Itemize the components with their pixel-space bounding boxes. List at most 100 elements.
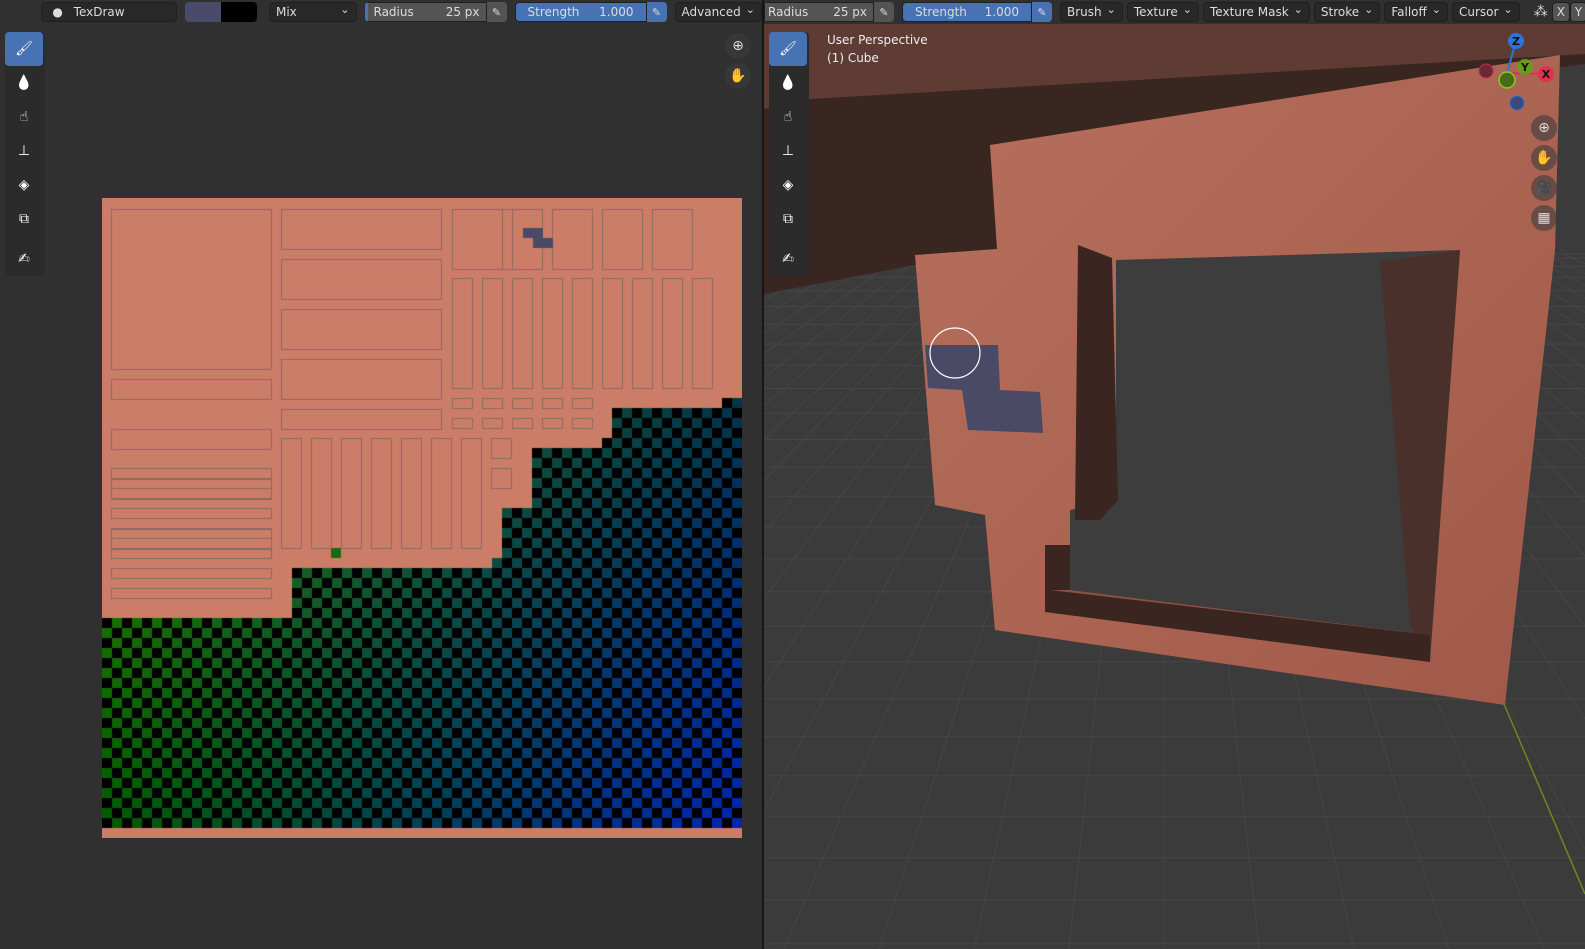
draw-brush-tool[interactable]: 🖌 <box>5 32 43 66</box>
pan-hand-icon[interactable]: ✋ <box>725 63 751 89</box>
gizmo-z-label: Z <box>1512 35 1520 48</box>
axis-label: Y <box>1574 5 1583 19</box>
clone-tool[interactable]: ⊥ <box>769 134 807 168</box>
floor-grid-line <box>764 253 925 379</box>
zoom-icon[interactable]: ⊕ <box>725 33 751 59</box>
floor-grid-line <box>764 253 785 265</box>
smear-icon: ☝ <box>19 109 29 125</box>
mask-tool[interactable]: ⧉ <box>769 202 807 236</box>
blend-mode-dropdown[interactable]: Mix <box>268 2 357 22</box>
gizmo-neg-z <box>1509 95 1525 111</box>
axis-label: X <box>1556 5 1565 19</box>
brush-icon: ● <box>52 5 63 19</box>
menu-label: Cursor <box>1459 5 1499 19</box>
fill-icon: ◈ <box>782 177 794 193</box>
gizmo-neg-x <box>1478 63 1494 79</box>
camera-icon[interactable]: 🎥 <box>1531 175 1557 201</box>
strength-value: 1.000 <box>984 5 1019 19</box>
image-toolbar: 🖌 💧 ☝ ⊥ ◈ ⧉ ✍ <box>5 32 45 276</box>
object-name: (1) Cube <box>827 51 879 65</box>
draw-brush-icon: 🖌 <box>15 41 33 57</box>
annotate-icon: ✍ <box>782 251 794 267</box>
draw-brush-icon: 🖌 <box>779 41 797 57</box>
smear-icon: ☝ <box>783 109 793 125</box>
advanced-dropdown[interactable]: Advanced <box>674 2 762 22</box>
zoom-icon[interactable]: ⊕ <box>1531 115 1557 141</box>
texture-image[interactable] <box>102 198 742 838</box>
mirror-y-toggle[interactable]: Y <box>1569 2 1585 22</box>
image-editor-header: ● TexDraw Mix Radius 25 px ✎ Strength 1.00… <box>0 0 762 24</box>
menu-label: Falloff <box>1391 5 1427 19</box>
pressure-icon[interactable]: ✎ <box>1032 2 1052 22</box>
floor-grid-line <box>764 253 845 301</box>
strength-value: 1.000 <box>599 5 634 19</box>
radius-field[interactable]: Radius 25 px <box>764 2 874 22</box>
stroke-menu[interactable]: Stroke <box>1313 2 1381 22</box>
color-swatches <box>184 2 257 22</box>
3d-viewport[interactable]: ZYX 🖌 💧 ☝ ⊥ ◈ ⧉ ✍ User Perspective (1) Cube ⊕ … <box>764 24 1585 949</box>
clone-tool[interactable]: ⊥ <box>5 134 43 168</box>
draw-brush-tool[interactable]: 🖌 <box>769 32 807 66</box>
mask-icon: ⧉ <box>19 211 29 227</box>
annotate-tool[interactable]: ✍ <box>769 242 807 276</box>
strength-field[interactable]: Strength 1.000 <box>902 2 1032 22</box>
brush-selector[interactable]: ● TexDraw <box>40 2 177 22</box>
radius-field[interactable]: Radius 25 px <box>364 2 487 22</box>
smear-tool[interactable]: ☝ <box>769 100 807 134</box>
brush-menu[interactable]: Brush <box>1060 2 1123 22</box>
radius-value: 25 px <box>833 5 867 19</box>
gizmo-x-label: X <box>1542 68 1551 81</box>
gizmo-neg-y <box>1498 71 1516 89</box>
mask-icon: ⧉ <box>783 211 793 227</box>
smear-tool[interactable]: ☝ <box>5 100 43 134</box>
menu-label: Stroke <box>1320 5 1360 19</box>
secondary-color-swatch[interactable] <box>220 2 257 22</box>
radius-label: Radius <box>768 5 809 19</box>
mask-tool[interactable]: ⧉ <box>5 202 43 236</box>
blend-mode-value: Mix <box>275 5 297 19</box>
clone-icon: ⊥ <box>17 143 31 159</box>
falloff-menu[interactable]: Falloff <box>1384 2 1449 22</box>
gizmo-y-label: Y <box>1520 61 1530 74</box>
floor-grid-line <box>764 253 805 276</box>
soften-icon: 💧 <box>779 75 797 91</box>
pan-hand-icon[interactable]: ✋ <box>1531 145 1557 171</box>
menu-label: Texture Mask <box>1210 5 1289 19</box>
annotate-icon: ✍ <box>18 251 30 267</box>
pressure-icon[interactable]: ✎ <box>646 2 667 22</box>
floor-grid-line <box>764 253 885 335</box>
soften-icon: 💧 <box>15 75 33 91</box>
mirror-x-toggle[interactable]: X <box>1551 2 1570 22</box>
cursor-menu[interactable]: Cursor <box>1452 2 1520 22</box>
pressure-icon[interactable]: ✎ <box>486 2 507 22</box>
symmetry-icon: ⁂ <box>1533 4 1548 20</box>
fill-tool[interactable]: ◈ <box>769 168 807 202</box>
radius-value: 25 px <box>445 5 480 19</box>
pressure-icon[interactable]: ✎ <box>874 2 894 22</box>
annotate-tool[interactable]: ✍ <box>5 242 43 276</box>
primary-color-swatch[interactable] <box>184 2 221 22</box>
inner-left-wall <box>1075 245 1118 520</box>
area-divider[interactable] <box>762 0 764 949</box>
grid-perspective-icon[interactable]: ▦ <box>1531 205 1557 231</box>
soften-tool[interactable]: 💧 <box>769 66 807 100</box>
clone-icon: ⊥ <box>781 143 795 159</box>
fill-tool[interactable]: ◈ <box>5 168 43 202</box>
strength-field[interactable]: Strength 1.000 <box>514 2 647 22</box>
image-editor[interactable]: 🖌 💧 ☝ ⊥ ◈ ⧉ ✍ ⊕ ✋ <box>0 24 762 949</box>
menu-label: Brush <box>1067 5 1102 19</box>
y-axis-line <box>1503 703 1585 895</box>
floor-grid-line <box>764 253 865 317</box>
floor-grid-line <box>764 253 825 288</box>
soften-tool[interactable]: 💧 <box>5 66 43 100</box>
floor-grid-line <box>1563 253 1585 265</box>
viewport-toolbar: 🖌 💧 ☝ ⊥ ◈ ⧉ ✍ <box>769 32 809 276</box>
viewport-scene[interactable]: ZYX <box>764 24 1585 949</box>
viewport-header: Radius 25 px ✎ Strength 1.000 ✎ Brush Text… <box>764 0 1585 24</box>
texture-menu[interactable]: Texture <box>1126 2 1200 22</box>
floor-grid-line <box>764 253 945 407</box>
strength-label: Strength <box>527 5 580 19</box>
brush-name: TexDraw <box>73 5 125 19</box>
advanced-label: Advanced <box>681 5 741 19</box>
texture-mask-menu[interactable]: Texture Mask <box>1203 2 1310 22</box>
